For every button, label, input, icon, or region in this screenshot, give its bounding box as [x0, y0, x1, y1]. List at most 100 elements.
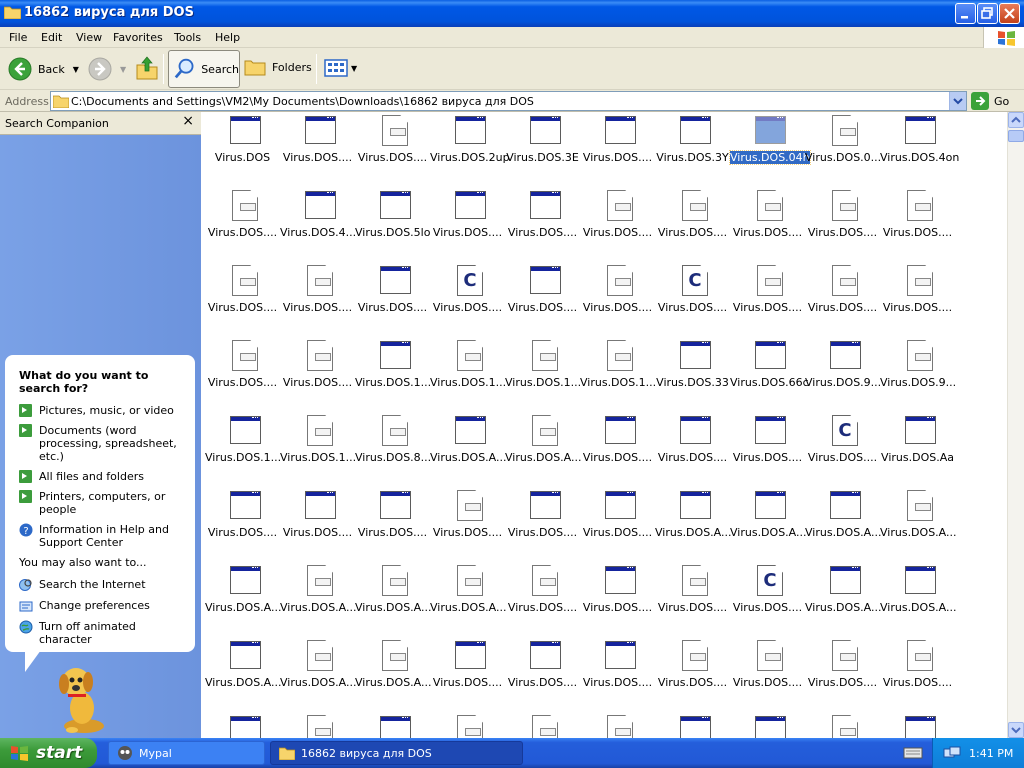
- file-item[interactable]: C Virus.DOS....: [430, 262, 505, 337]
- file-item[interactable]: [730, 712, 805, 738]
- option-pictures[interactable]: Pictures, music, or video: [19, 404, 183, 417]
- file-item[interactable]: Virus.DOS.A...: [280, 637, 357, 712]
- address-input[interactable]: C:\Documents and Settings\VM2\My Documen…: [50, 91, 967, 111]
- file-item[interactable]: Virus.DOS....: [655, 412, 730, 487]
- file-item[interactable]: Virus.DOS.1...: [280, 412, 356, 487]
- file-item[interactable]: Virus.DOS....: [580, 487, 655, 562]
- file-item[interactable]: Virus.DOS.3E: [505, 112, 580, 187]
- file-item[interactable]: Virus.DOS.04h: [729, 112, 811, 187]
- file-item[interactable]: Virus.DOS.4on: [880, 112, 959, 187]
- file-item[interactable]: Virus.DOS.A...: [880, 487, 957, 562]
- file-item[interactable]: Virus.DOS.33: [655, 337, 730, 412]
- file-item[interactable]: Virus.DOS.A...: [430, 412, 507, 487]
- file-item[interactable]: Virus.DOS.A...: [355, 562, 432, 637]
- taskbar-mypal[interactable]: Mypal: [108, 741, 265, 765]
- menu-view[interactable]: View: [76, 31, 102, 44]
- file-item[interactable]: Virus.DOS....: [355, 112, 430, 187]
- minimize-button[interactable]: [955, 3, 976, 24]
- file-item[interactable]: Virus.DOS....: [580, 562, 655, 637]
- file-item[interactable]: Virus.DOS....: [580, 637, 655, 712]
- menu-file[interactable]: File: [9, 31, 27, 44]
- file-item[interactable]: Virus.DOS....: [205, 337, 280, 412]
- file-item[interactable]: Virus.DOS.A...: [505, 412, 582, 487]
- file-item[interactable]: Virus.DOS: [205, 112, 280, 187]
- scroll-down-button[interactable]: [1008, 722, 1024, 738]
- file-item[interactable]: Virus.DOS....: [655, 637, 730, 712]
- address-dropdown-icon[interactable]: [949, 92, 966, 110]
- file-item[interactable]: Virus.DOS.A...: [880, 562, 957, 637]
- file-item[interactable]: [355, 712, 430, 738]
- file-item[interactable]: Virus.DOS....: [730, 262, 805, 337]
- file-item[interactable]: Virus.DOS.1...: [430, 337, 506, 412]
- file-item[interactable]: Virus.DOS....: [880, 187, 955, 262]
- file-item[interactable]: Virus.DOS....: [430, 637, 505, 712]
- menu-help[interactable]: Help: [215, 31, 240, 44]
- file-item[interactable]: Virus.DOS.0...: [805, 112, 881, 187]
- file-item[interactable]: Virus.DOS....: [730, 187, 805, 262]
- option-help[interactable]: ? Information in Help and Support Center: [19, 523, 183, 549]
- file-item[interactable]: Virus.DOS....: [430, 487, 505, 562]
- file-item[interactable]: [205, 712, 280, 738]
- file-item[interactable]: Virus.DOS.1...: [205, 412, 281, 487]
- forward-dropdown-icon[interactable]: ▼: [120, 65, 126, 74]
- search-button[interactable]: Search: [168, 50, 240, 88]
- file-item[interactable]: Virus.DOS.66c: [730, 337, 809, 412]
- file-item[interactable]: Virus.DOS....: [880, 637, 955, 712]
- option-printers[interactable]: Printers, computers, or people: [19, 490, 183, 516]
- clock[interactable]: 1:41 PM: [969, 747, 1013, 760]
- file-item[interactable]: Virus.DOS....: [580, 112, 655, 187]
- menu-favorites[interactable]: Favorites: [113, 31, 163, 44]
- file-list-view[interactable]: Virus.DOS Virus.DOS.... Virus.DOS.... Virus…: [201, 112, 1007, 738]
- file-item[interactable]: Virus.DOS.1...: [580, 337, 656, 412]
- file-item[interactable]: [655, 712, 730, 738]
- file-item[interactable]: Virus.DOS.A...: [205, 637, 282, 712]
- title-bar[interactable]: 16862 вируса для DOS: [0, 0, 1024, 27]
- file-item[interactable]: Virus.DOS.2up: [430, 112, 510, 187]
- file-item[interactable]: Virus.DOS....: [355, 262, 430, 337]
- file-item[interactable]: Virus.DOS.9...: [805, 337, 881, 412]
- file-item[interactable]: Virus.DOS.A...: [355, 637, 432, 712]
- back-dropdown-icon[interactable]: ▼: [73, 65, 79, 74]
- file-item[interactable]: Virus.DOS....: [580, 187, 655, 262]
- option-search-internet[interactable]: Search the Internet: [19, 578, 183, 592]
- file-item[interactable]: Virus.DOS....: [505, 262, 580, 337]
- file-item[interactable]: Virus.DOS....: [280, 112, 355, 187]
- file-item[interactable]: Virus.DOS.A...: [280, 562, 357, 637]
- file-item[interactable]: Virus.DOS.5lo: [355, 187, 430, 262]
- file-item[interactable]: [505, 712, 580, 738]
- file-item[interactable]: Virus.DOS....: [805, 637, 880, 712]
- file-item[interactable]: Virus.DOS.A...: [730, 487, 807, 562]
- file-item[interactable]: [580, 712, 655, 738]
- file-item[interactable]: Virus.DOS....: [880, 262, 955, 337]
- network-icon[interactable]: [943, 746, 961, 760]
- file-item[interactable]: Virus.DOS.A...: [655, 487, 732, 562]
- file-item[interactable]: Virus.DOS....: [505, 562, 580, 637]
- file-item[interactable]: Virus.DOS....: [280, 337, 355, 412]
- close-pane-button[interactable]: ×: [182, 113, 194, 129]
- file-item[interactable]: C Virus.DOS....: [655, 262, 730, 337]
- folders-button[interactable]: Folders: [244, 57, 312, 77]
- vertical-scrollbar[interactable]: [1007, 112, 1024, 738]
- file-item[interactable]: Virus.DOS....: [355, 487, 430, 562]
- file-item[interactable]: Virus.DOS.8...: [355, 412, 431, 487]
- file-item[interactable]: Virus.DOS....: [430, 187, 505, 262]
- file-item[interactable]: Virus.DOS....: [655, 562, 730, 637]
- file-item[interactable]: Virus.DOS....: [730, 412, 805, 487]
- forward-button[interactable]: ▼: [88, 57, 126, 81]
- go-button[interactable]: Go: [971, 91, 1021, 111]
- file-item[interactable]: Virus.DOS....: [205, 187, 280, 262]
- file-item[interactable]: Virus.DOS....: [505, 637, 580, 712]
- file-item[interactable]: Virus.DOS.3Y: [655, 112, 730, 187]
- up-folder-button[interactable]: [135, 55, 159, 81]
- scroll-up-button[interactable]: [1008, 112, 1024, 128]
- file-item[interactable]: [805, 712, 880, 738]
- file-item[interactable]: Virus.DOS....: [505, 187, 580, 262]
- keyboard-icon[interactable]: [903, 746, 923, 760]
- search-dog-icon[interactable]: [50, 660, 114, 736]
- file-item[interactable]: Virus.DOS....: [580, 262, 655, 337]
- file-item[interactable]: Virus.DOS....: [505, 487, 580, 562]
- option-documents[interactable]: Documents (word processing, spreadsheet,…: [19, 424, 183, 463]
- file-item[interactable]: Virus.DOS.Aa: [880, 412, 955, 487]
- back-button[interactable]: Back ▼: [8, 57, 79, 81]
- file-item[interactable]: [880, 712, 955, 738]
